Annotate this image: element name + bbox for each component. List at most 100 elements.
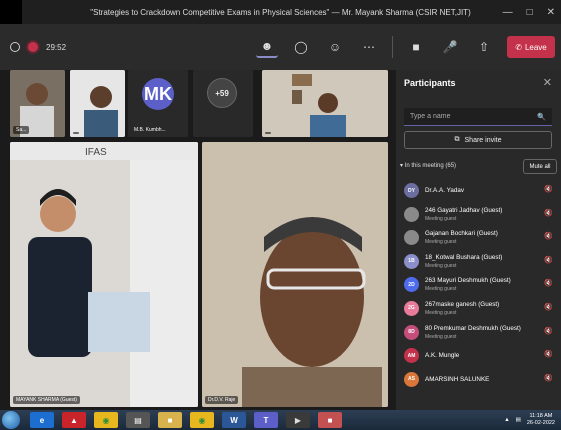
- overflow-tile[interactable]: +59: [193, 70, 253, 137]
- participant-name: Dr.A.A. Yadav: [425, 187, 464, 194]
- mic-off-icon: 🔇: [544, 303, 553, 311]
- windows-taskbar: e ▲ ◉ ▤ ■ ◉ W T ▶ ■ ▲ ▤ 11:18 AM 26-02-2…: [0, 410, 561, 430]
- leave-label: Leave: [524, 42, 547, 52]
- word-icon[interactable]: W: [222, 412, 246, 428]
- close-button[interactable]: ✕: [547, 7, 555, 18]
- video-tile[interactable]: [70, 70, 125, 137]
- mic-off-icon: 🔇: [544, 209, 553, 217]
- media-icon[interactable]: ▶: [286, 412, 310, 428]
- video-tile[interactable]: IFAS MAYANK SHARMA (Guest): [10, 142, 198, 407]
- participant-list: DY Dr.A.A. Yadav 🔇 246 Gayatri Jadhav (Gues…: [396, 179, 561, 391]
- participant-name: A.K. Mungle: [425, 352, 460, 360]
- speaker-video: [202, 142, 388, 407]
- window-title: "Strategies to Crackdown Competitive Exa…: [90, 7, 471, 17]
- participants-panel: Participants ✕ Type a name 🔍 ⧉ Share inv…: [396, 70, 561, 410]
- participant-role: Meeting guest: [425, 286, 457, 293]
- banner-text: IFAS: [85, 147, 107, 158]
- avatar: DY: [404, 183, 419, 198]
- participant-row[interactable]: 246 Gayatri Jadhav (Guest) Meeting guest 🔇: [396, 203, 561, 227]
- participant-role: Meeting guest: [425, 309, 457, 316]
- close-icon[interactable]: ✕: [543, 76, 552, 89]
- maximize-button[interactable]: □: [527, 7, 533, 18]
- participant-role: Meeting guest: [425, 333, 457, 340]
- avatar: [404, 230, 419, 246]
- tile-label: [73, 132, 79, 134]
- chrome-icon[interactable]: ◉: [190, 412, 214, 428]
- mic-off-icon[interactable]: 🎤: [439, 36, 461, 58]
- participant-name: 267maske ganesh (Guest): [425, 300, 500, 308]
- mic-off-icon: 🔇: [544, 233, 553, 241]
- clock[interactable]: 11:18 AM 26-02-2022: [527, 413, 555, 427]
- mic-off-icon: 🔇: [544, 327, 553, 335]
- in-meeting-header[interactable]: ▾ In this meeting (65): [400, 162, 456, 169]
- video-tile[interactable]: MK M.B. Kumbh...: [128, 70, 188, 137]
- meeting-timer: 29:52: [46, 42, 67, 52]
- panel-title: Participants: [404, 78, 456, 88]
- avatar: MK: [142, 78, 174, 110]
- search-icon: 🔍: [537, 113, 546, 121]
- participant-name: Gajanan Bochkari (Guest): [425, 230, 498, 238]
- titlebar-corner: [0, 0, 22, 24]
- mic-off-icon: 🔇: [544, 374, 553, 382]
- overflow-count: +59: [207, 78, 237, 108]
- search-input[interactable]: Type a name 🔍: [404, 108, 552, 126]
- paint-icon[interactable]: ■: [318, 412, 342, 428]
- tile-label: Sa...: [13, 126, 30, 134]
- participant-role: Meeting guest: [425, 262, 457, 269]
- participant-row[interactable]: 2G 267maske ganesh (Guest) Meeting guest 🔇: [396, 297, 561, 321]
- notes-icon[interactable]: ▤: [126, 412, 150, 428]
- share-invite-button[interactable]: ⧉ Share invite: [404, 131, 552, 149]
- tile-label: Dr.D.V. Raje: [205, 396, 239, 404]
- participant-row[interactable]: 2D 263 Mayuri Deshmukh (Guest) Meeting gue…: [396, 273, 561, 297]
- pdf-icon[interactable]: ▲: [62, 412, 86, 428]
- share-icon: ⧉: [454, 136, 460, 143]
- minimize-button[interactable]: —: [503, 7, 513, 18]
- video-tile[interactable]: Dr.D.V. Raje: [202, 142, 388, 407]
- avatar: AM: [404, 348, 419, 364]
- avatar: 2D: [404, 277, 419, 293]
- participant-video: [262, 70, 388, 137]
- meeting-toolbar: 29:52 ☻ ◯ ☺ ⋯ ■ 🎤 ⇧ ✆ Leave: [0, 24, 561, 70]
- chat-icon[interactable]: ◯: [290, 36, 312, 58]
- camera-icon[interactable]: ■: [405, 36, 427, 58]
- participant-row[interactable]: 1B 18_Kotwal Bushara (Guest) Meeting guest…: [396, 250, 561, 274]
- volume-icon[interactable]: ▲: [504, 417, 509, 423]
- participant-row[interactable]: DY Dr.A.A. Yadav 🔇: [396, 179, 561, 203]
- more-icon[interactable]: ⋯: [358, 36, 380, 58]
- participant-row[interactable]: AM A.K. Mungle 🔇: [396, 344, 561, 368]
- clock-date: 26-02-2022: [526, 420, 555, 426]
- participant-row[interactable]: Gajanan Bochkari (Guest) Meeting guest 🔇: [396, 226, 561, 250]
- video-tile[interactable]: [262, 70, 388, 137]
- start-button[interactable]: [2, 411, 20, 429]
- participant-name: 18_Kotwal Bushara (Guest): [425, 253, 503, 261]
- participant-row[interactable]: 8D 80 Premkumar Deshmukh (Guest) Meeting g…: [396, 321, 561, 345]
- phone-icon: ✆: [515, 42, 522, 52]
- reactions-icon[interactable]: ☺: [324, 36, 346, 58]
- toolbar-divider: [392, 36, 393, 58]
- participant-name: 263 Mayuri Deshmukh (Guest): [425, 277, 511, 285]
- participants-icon[interactable]: ☻: [256, 36, 278, 58]
- chevron-down-icon: ▾: [400, 163, 404, 169]
- window-titlebar: "Strategies to Crackdown Competitive Exa…: [0, 0, 561, 24]
- chrome-icon[interactable]: ◉: [94, 412, 118, 428]
- video-stage: Sa... MK M.B. Kumbh... +59 IFAS MAYANK S…: [0, 70, 396, 410]
- participant-role: Meeting guest: [425, 215, 457, 222]
- network-icon[interactable]: ▤: [516, 417, 521, 423]
- video-tile[interactable]: Sa...: [10, 70, 65, 137]
- participant-video: [70, 70, 125, 137]
- participant-name: AMARSINH SALUNKE: [425, 375, 490, 383]
- browser-icon[interactable]: e: [30, 412, 54, 428]
- teams-icon[interactable]: T: [254, 412, 278, 428]
- participant-row[interactable]: AS AMARSINH SALUNKE 🔇: [396, 368, 561, 392]
- avatar: 8D: [404, 324, 419, 340]
- leave-button[interactable]: ✆ Leave: [507, 36, 555, 58]
- participant-name: 246 Gayatri Jadhav (Guest): [425, 206, 503, 214]
- folder-icon[interactable]: ■: [158, 412, 182, 428]
- share-icon[interactable]: ⇧: [473, 36, 495, 58]
- tile-label: [265, 132, 271, 134]
- tile-label: M.B. Kumbh...: [134, 127, 166, 133]
- avatar: AS: [404, 371, 419, 387]
- mute-all-button[interactable]: Mute all: [523, 159, 557, 174]
- presenter-video: IFAS: [10, 142, 198, 407]
- mic-off-icon: 🔇: [544, 351, 553, 359]
